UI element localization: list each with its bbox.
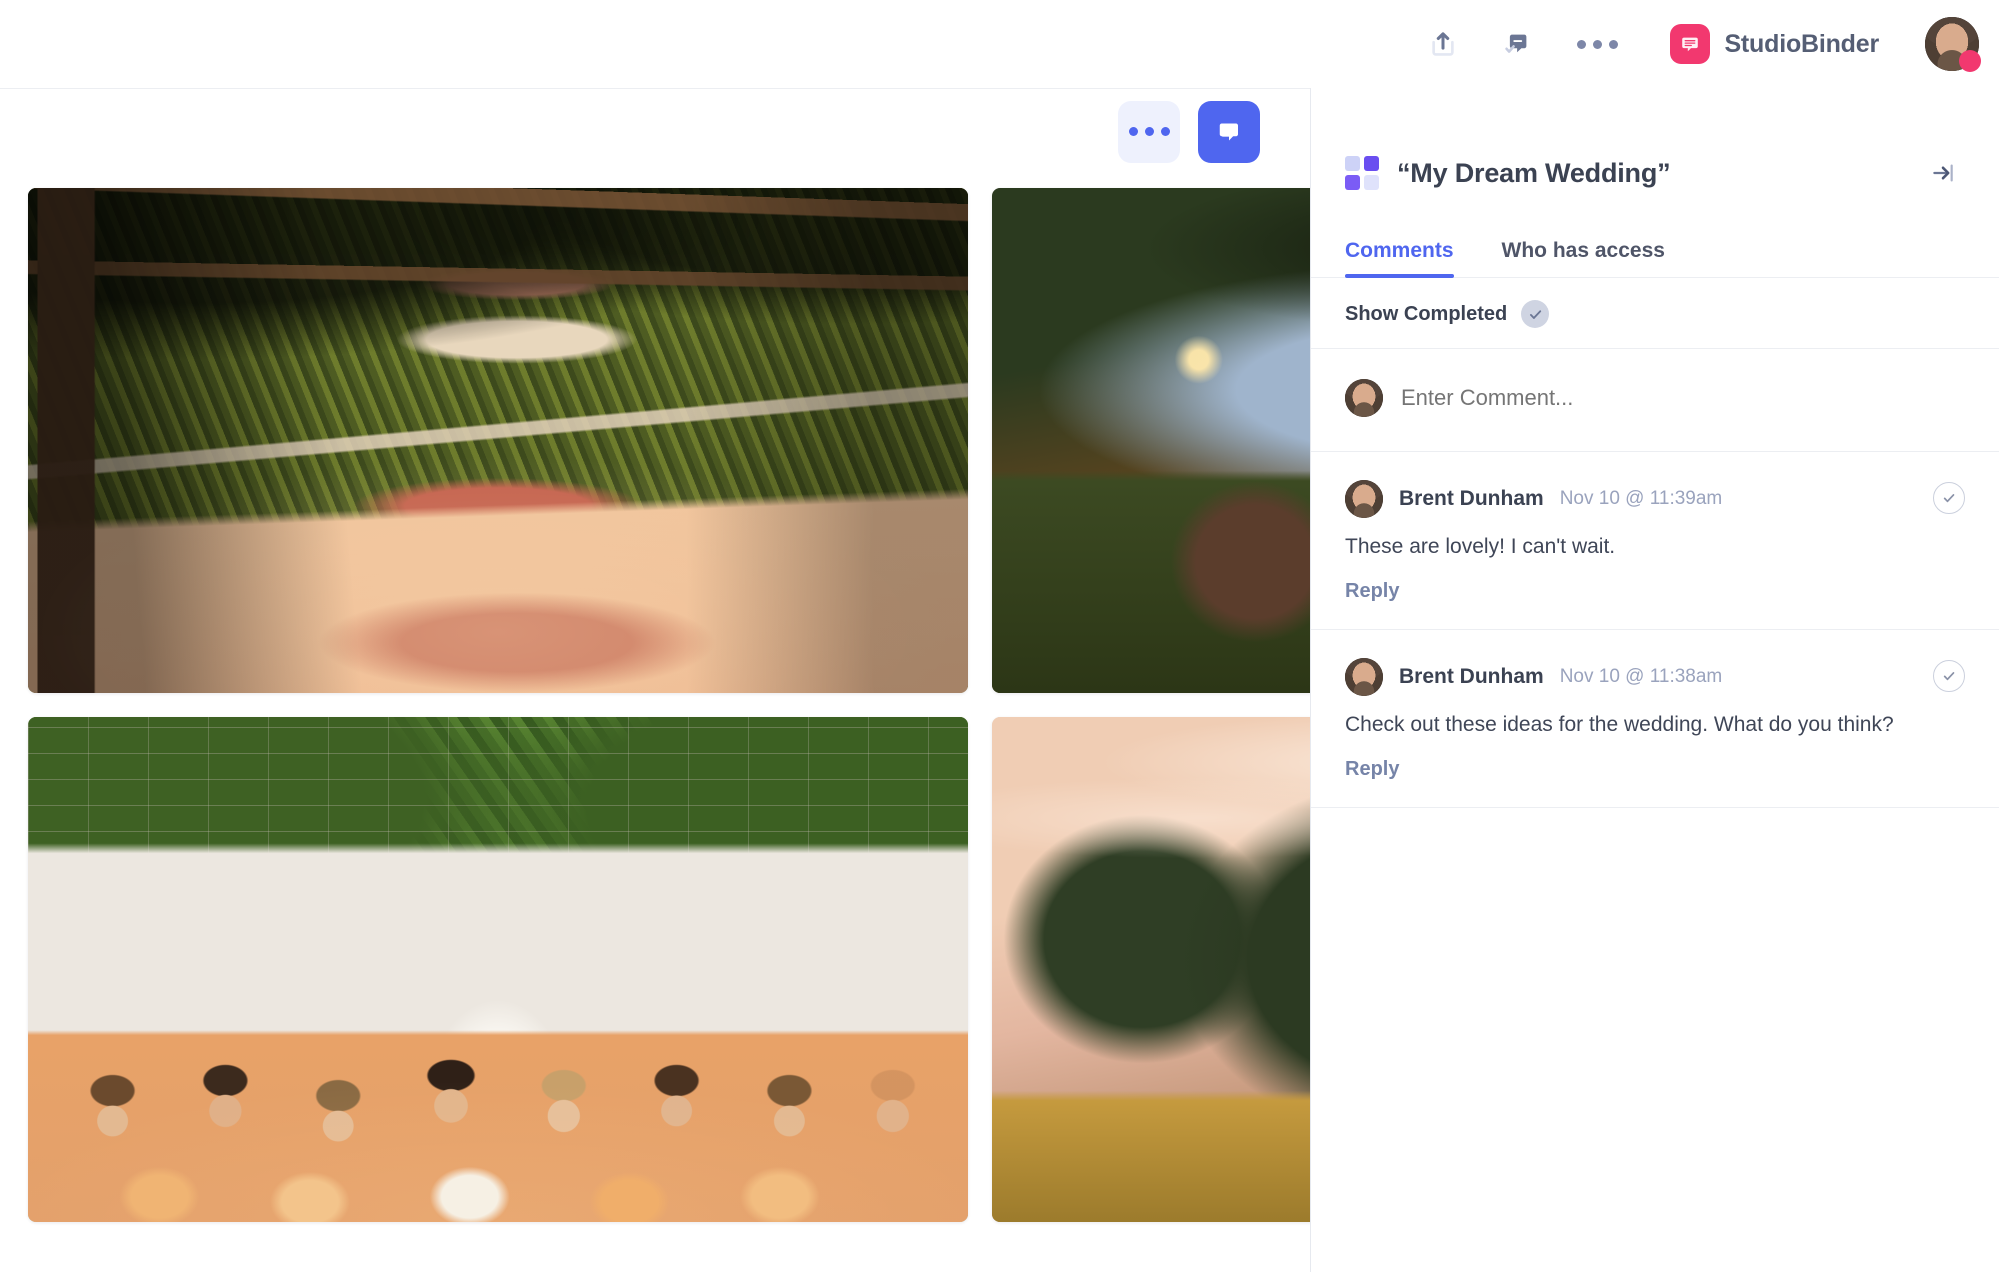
page-title: “My Dream Wedding” xyxy=(1397,157,1671,188)
comment-input[interactable] xyxy=(1401,385,1965,411)
show-completed-label: Show Completed xyxy=(1345,302,1508,325)
grid-squares-icon xyxy=(1345,156,1379,190)
photo-image xyxy=(992,188,1310,693)
tab-who-has-access[interactable]: Who has access xyxy=(1502,239,1665,277)
comment-item: Brent Dunham Nov 10 @ 11:38am Check out … xyxy=(1311,628,1999,807)
comment-timestamp: Nov 10 @ 11:38am xyxy=(1559,665,1723,687)
panel-tabs: Comments Who has access xyxy=(1311,206,1999,278)
comment-avatar xyxy=(1345,480,1383,518)
composer-avatar xyxy=(1345,379,1383,417)
comment-author: Brent Dunham xyxy=(1399,664,1544,688)
comments-panel: “My Dream Wedding” Comments Who has acce… xyxy=(1310,88,1999,1272)
comment-header: Brent Dunham Nov 10 @ 11:38am xyxy=(1345,657,1965,696)
check-circle-outline-icon[interactable] xyxy=(1933,482,1965,514)
gallery-grid xyxy=(28,188,1310,1222)
toolbar-comment-button[interactable] xyxy=(1198,100,1260,163)
brand-name: StudioBinder xyxy=(1724,29,1879,58)
comments-list: Brent Dunham Nov 10 @ 11:39am These are … xyxy=(1311,451,1999,1272)
photo-image xyxy=(28,717,968,1222)
comment-author: Brent Dunham xyxy=(1399,487,1544,510)
studiobinder-logo-icon xyxy=(1670,24,1711,64)
comment-body: These are lovely! I can't wait. xyxy=(1345,535,1616,558)
show-completed-toggle[interactable]: Show Completed xyxy=(1311,278,1999,348)
photo-image xyxy=(992,717,1310,1222)
panel-header: “My Dream Wedding” xyxy=(1311,88,1999,206)
header-actions: StudioBinder xyxy=(1421,17,1981,72)
photo-evening-reception[interactable] xyxy=(992,188,1310,693)
image-gallery xyxy=(0,174,1310,1272)
list-end-divider xyxy=(1311,806,1999,808)
collapse-panel-icon[interactable] xyxy=(1923,153,1963,193)
app-root: StudioBinder “My Dream Wedding” Comments… xyxy=(0,0,1999,1272)
photo-forest-sunset[interactable] xyxy=(992,717,1310,1222)
user-avatar-button[interactable] xyxy=(1925,17,1981,72)
content-toolbar xyxy=(0,88,1310,174)
toolbar-more-button[interactable] xyxy=(1118,100,1180,163)
avatar-status-dot xyxy=(1959,50,1981,72)
photo-image xyxy=(28,188,968,693)
photo-bridal-party[interactable] xyxy=(28,717,968,1222)
tab-comments[interactable]: Comments xyxy=(1345,239,1454,278)
more-dots-icon xyxy=(1128,127,1170,136)
more-options-icon[interactable] xyxy=(1569,39,1626,49)
photo-wedding-aisle-rugs[interactable] xyxy=(28,188,968,693)
global-header: StudioBinder xyxy=(0,0,1999,88)
comment-check-icon[interactable] xyxy=(1495,22,1539,66)
brand-logo-group[interactable]: StudioBinder xyxy=(1670,24,1879,64)
comment-composer[interactable] xyxy=(1311,348,1999,451)
reply-button[interactable]: Reply xyxy=(1345,580,1399,603)
comment-avatar xyxy=(1345,657,1383,696)
reply-button[interactable]: Reply xyxy=(1345,758,1399,781)
share-icon[interactable] xyxy=(1421,22,1465,66)
comment-timestamp: Nov 10 @ 11:39am xyxy=(1559,488,1723,509)
comment-item: Brent Dunham Nov 10 @ 11:39am These are … xyxy=(1311,451,1999,629)
comment-bubble-icon xyxy=(1219,123,1238,140)
comment-header: Brent Dunham Nov 10 @ 11:39am xyxy=(1345,480,1965,518)
comment-body: Check out these ideas for the wedding. W… xyxy=(1345,712,1894,736)
check-circle-outline-icon[interactable] xyxy=(1933,659,1965,692)
check-circle-icon xyxy=(1521,300,1550,328)
